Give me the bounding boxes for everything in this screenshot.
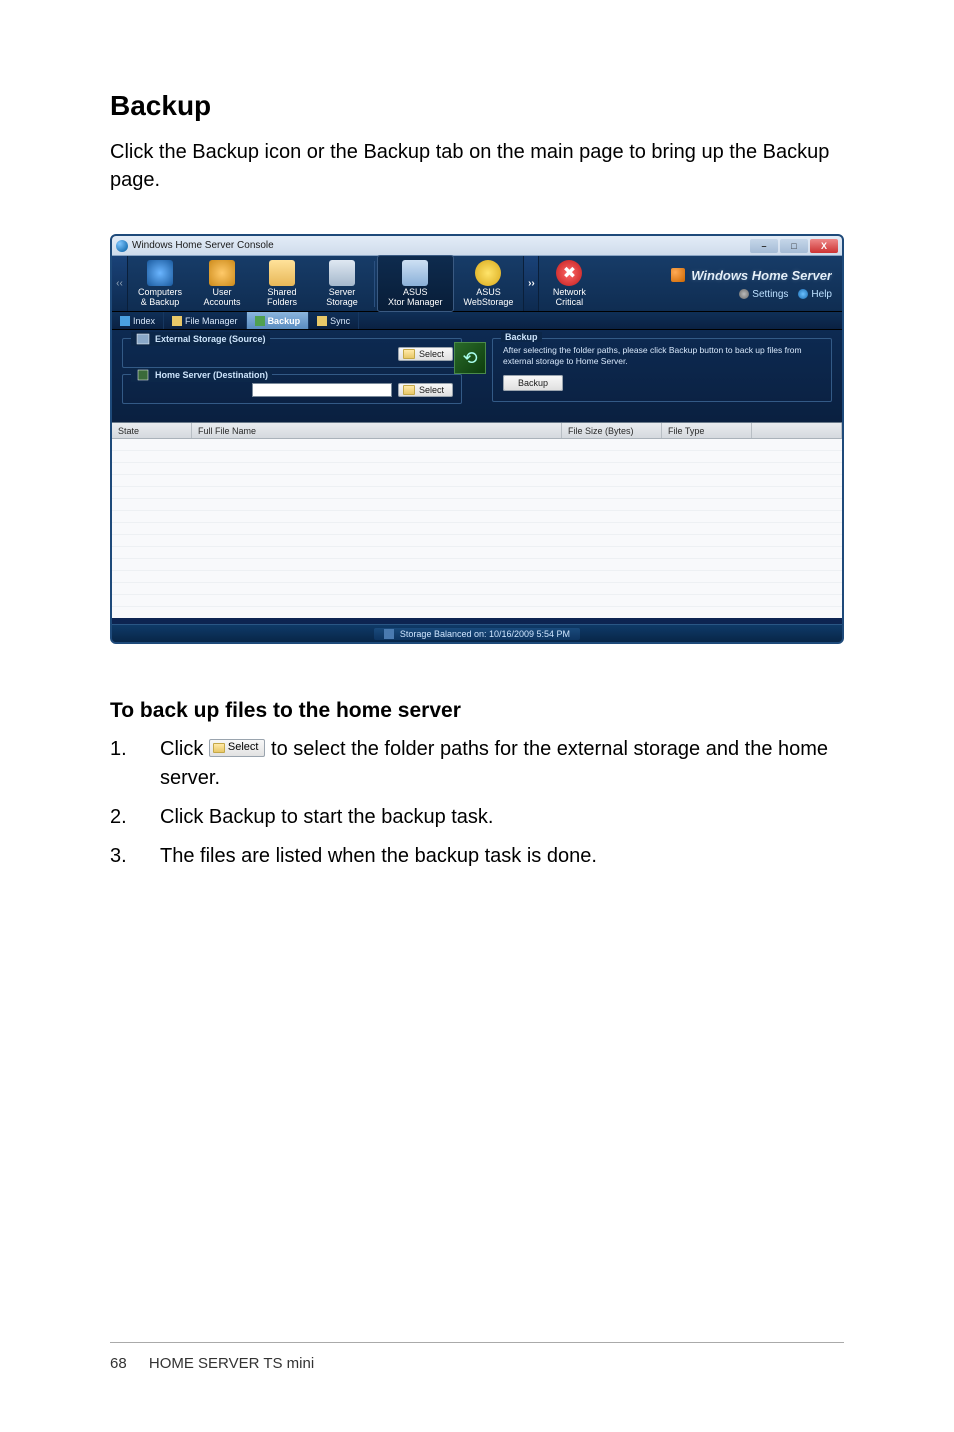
table-row — [112, 499, 842, 511]
xtor-icon — [402, 260, 428, 286]
column-empty[interactable] — [752, 423, 842, 438]
nav-prev-button[interactable]: ‹‹ — [112, 256, 128, 311]
help-icon — [798, 289, 808, 299]
file-table: State Full File Name File Size (Bytes) F… — [112, 422, 842, 618]
table-row — [112, 523, 842, 535]
backup-group: Backup After selecting the folder paths,… — [492, 338, 832, 402]
column-filetype[interactable]: File Type — [662, 423, 752, 438]
table-body — [112, 439, 842, 619]
subtab-backup[interactable]: Backup — [247, 312, 310, 329]
inline-select-button: Select — [209, 739, 266, 757]
page-footer: 68 HOME SERVER TS mini — [110, 1342, 844, 1372]
webstorage-icon — [475, 260, 501, 286]
file-manager-icon — [172, 316, 182, 326]
folders-icon — [269, 260, 295, 286]
table-row — [112, 451, 842, 463]
subtab-file-manager[interactable]: File Manager — [164, 312, 247, 329]
page-number: 68 — [110, 1355, 127, 1372]
column-filename[interactable]: Full File Name — [192, 423, 562, 438]
table-row — [112, 583, 842, 595]
destination-path-input[interactable] — [252, 383, 392, 397]
subtab-index[interactable]: Index — [112, 312, 164, 329]
toolbar-label: ASUSWebStorage — [464, 288, 514, 308]
status-text: Storage Balanced on: 10/16/2009 5:54 PM — [400, 629, 570, 639]
toolbar-label: Computers& Backup — [138, 288, 182, 308]
table-row — [112, 463, 842, 475]
toolbar-label: SharedFolders — [267, 288, 297, 308]
help-link[interactable]: Help — [798, 289, 832, 300]
column-state[interactable]: State — [112, 423, 192, 438]
backup-group-title: Backup — [501, 332, 542, 342]
select-source-button[interactable]: Select — [398, 347, 453, 361]
table-row — [112, 511, 842, 523]
external-storage-icon — [135, 332, 151, 346]
backup-button[interactable]: Backup — [503, 375, 563, 391]
toolbar-computers-backup[interactable]: Computers& Backup — [128, 256, 192, 312]
backup-description: After selecting the folder paths, please… — [503, 345, 821, 367]
subtabs-bar: Index File Manager Backup Sync — [112, 312, 842, 330]
table-row — [112, 547, 842, 559]
toolbar-network[interactable]: ✖ NetworkCritical — [539, 256, 599, 312]
content-area: External Storage (Source) Select Home Se… — [112, 330, 842, 422]
table-row — [112, 439, 842, 451]
app-icon — [116, 240, 128, 252]
gear-icon — [739, 289, 749, 299]
screenshot-window: Windows Home Server Console – □ X ‹‹ Com… — [110, 234, 844, 644]
close-button[interactable]: X — [810, 239, 838, 253]
toolbar-label: ServerStorage — [326, 288, 358, 308]
whs-brand-text: Windows Home Server — [691, 268, 832, 283]
step-1: Click Select to select the folder paths … — [110, 735, 844, 793]
backup-icon — [255, 316, 265, 326]
select-destination-button[interactable]: Select — [398, 383, 453, 397]
column-filesize[interactable]: File Size (Bytes) — [562, 423, 662, 438]
status-bar: Storage Balanced on: 10/16/2009 5:54 PM — [112, 624, 842, 642]
whs-brand-icon — [671, 268, 685, 282]
toolbar-label: UserAccounts — [204, 288, 241, 308]
section-title: Backup — [110, 90, 844, 122]
maximize-button[interactable]: □ — [780, 239, 808, 253]
toolbar-user-accounts[interactable]: UserAccounts — [192, 256, 252, 312]
users-icon — [209, 260, 235, 286]
storage-icon — [329, 260, 355, 286]
status-icon — [384, 629, 394, 639]
folder-icon — [403, 385, 415, 395]
intro-paragraph: Click the Backup icon or the Backup tab … — [110, 138, 844, 194]
product-name: HOME SERVER TS mini — [149, 1355, 314, 1372]
sync-icon — [317, 316, 327, 326]
settings-link[interactable]: Settings — [739, 289, 788, 300]
minimize-button[interactable]: – — [750, 239, 778, 253]
home-server-icon — [135, 368, 151, 382]
table-row — [112, 535, 842, 547]
toolbar-webstorage[interactable]: ASUSWebStorage — [454, 256, 524, 312]
step-list: Click Select to select the folder paths … — [110, 735, 844, 871]
table-row — [112, 487, 842, 499]
backup-large-icon: ⟲ — [454, 342, 486, 374]
nav-more-button[interactable]: ›› — [523, 256, 539, 311]
table-row — [112, 559, 842, 571]
folder-icon — [213, 743, 225, 753]
toolbar-label: NetworkCritical — [553, 288, 586, 308]
index-icon — [120, 316, 130, 326]
table-header: State Full File Name File Size (Bytes) F… — [112, 423, 842, 439]
toolbar-xtor-manager[interactable]: ASUSXtor Manager — [377, 255, 454, 313]
toolbar-divider — [374, 261, 375, 307]
main-toolbar: ‹‹ Computers& Backup UserAccounts Shared… — [112, 256, 842, 312]
instructions-title: To back up files to the home server — [110, 699, 844, 723]
table-row — [112, 571, 842, 583]
titlebar: Windows Home Server Console – □ X — [112, 236, 842, 256]
network-critical-icon: ✖ — [556, 260, 582, 286]
subtab-sync[interactable]: Sync — [309, 312, 359, 329]
external-storage-group: External Storage (Source) Select — [122, 338, 462, 368]
toolbar-server-storage[interactable]: ServerStorage — [312, 256, 372, 312]
computers-icon — [147, 260, 173, 286]
toolbar-shared-folders[interactable]: SharedFolders — [252, 256, 312, 312]
folder-icon — [403, 349, 415, 359]
table-row — [112, 475, 842, 487]
window-title: Windows Home Server Console — [132, 240, 274, 251]
step-2: Click Backup to start the backup task. — [110, 803, 844, 832]
home-server-group: Home Server (Destination) Select — [122, 374, 462, 404]
toolbar-label: ASUSXtor Manager — [388, 288, 443, 308]
table-row — [112, 595, 842, 607]
step-3: The files are listed when the backup tas… — [110, 842, 844, 871]
